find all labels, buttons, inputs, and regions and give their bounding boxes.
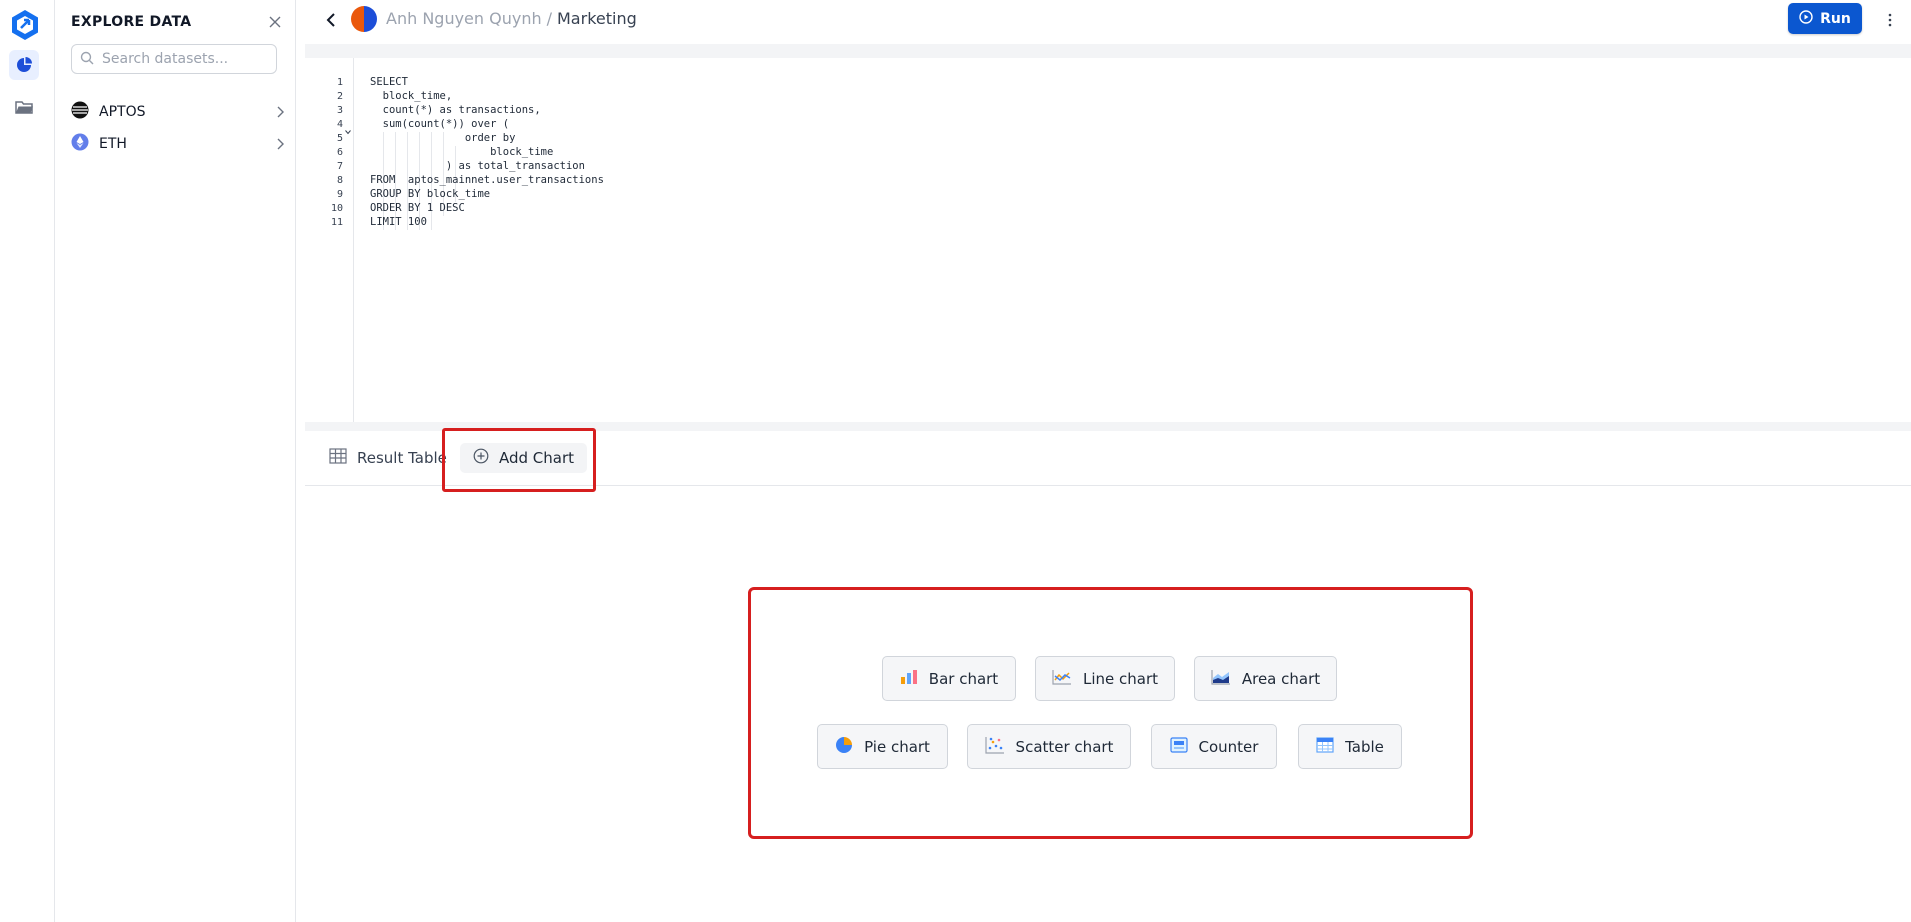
more-options-icon[interactable] <box>1883 8 1897 32</box>
chevron-right-icon <box>275 135 285 154</box>
breadcrumb: Anh Nguyen Quynh / Marketing <box>386 9 637 28</box>
avatar <box>351 6 377 32</box>
pie-chart-button[interactable]: Pie chart <box>817 724 948 769</box>
chart-picker-area: Bar chart Line chart Area chart Pie char… <box>305 486 1911 922</box>
tab-add-chart[interactable]: Add Chart <box>460 443 587 473</box>
close-icon[interactable] <box>265 12 285 32</box>
area-chart-button[interactable]: Area chart <box>1194 656 1337 701</box>
breadcrumb-owner[interactable]: Anh Nguyen Quynh <box>386 9 542 28</box>
line-number: 6 <box>336 147 343 158</box>
code-line: FROM aptos_mainnet.user_transactions <box>370 174 604 186</box>
back-arrow-icon[interactable] <box>319 8 343 32</box>
explore-data-panel: EXPLORE DATA APTOS ETH <box>55 0 296 922</box>
line-number: 11 <box>330 217 343 228</box>
result-tabs: Result Table Add Chart <box>305 431 1911 486</box>
scatter-chart-button[interactable]: Scatter chart <box>967 724 1131 769</box>
scatter-chart-icon <box>984 736 1005 758</box>
sql-editor[interactable]: 1 2 3 4 5 6 7 8 9 10 11 SELECT block_tim… <box>305 58 1911 422</box>
chart-label: Bar chart <box>928 669 999 688</box>
bar-chart-icon <box>900 669 918 689</box>
line-number: 9 <box>336 189 343 200</box>
area-chart-icon <box>1211 669 1231 689</box>
line-chart-icon <box>1052 669 1072 689</box>
explore-data-title: EXPLORE DATA <box>71 14 192 30</box>
tab-result-table[interactable]: Result Table <box>329 443 447 473</box>
line-number: 2 <box>336 91 343 102</box>
pie-chart-icon <box>835 736 853 758</box>
dataset-label: ETH <box>99 136 127 152</box>
line-number: 8 <box>336 175 343 186</box>
chart-label: Counter <box>1198 737 1259 756</box>
main-area: Anh Nguyen Quynh / Marketing Run 1 2 3 4 5… <box>305 0 1911 922</box>
search-icon <box>80 50 94 69</box>
line-number: 7 <box>336 161 343 172</box>
code-line: order by <box>370 132 516 144</box>
line-number-gutter: 1 2 3 4 5 6 7 8 9 10 11 <box>305 58 354 422</box>
fold-chevron-icon[interactable] <box>345 120 351 139</box>
chart-label: Pie chart <box>864 737 930 756</box>
line-number: 10 <box>330 203 343 214</box>
aptos-icon <box>71 101 89 123</box>
icon-rail <box>0 0 55 922</box>
code-line: block_time <box>370 146 554 158</box>
plus-circle-icon <box>473 448 489 468</box>
code-line: GROUP BY block_time <box>370 188 491 200</box>
code-line: SELECT <box>370 76 408 88</box>
breadcrumb-separator: / <box>546 9 552 28</box>
queries-nav-icon[interactable] <box>9 50 39 80</box>
ethereum-icon <box>71 133 89 155</box>
line-number: 3 <box>336 105 343 116</box>
chart-label: Line chart <box>1082 669 1159 688</box>
table-button[interactable]: Table <box>1298 724 1402 769</box>
run-button[interactable]: Run <box>1788 3 1862 34</box>
tab-label: Result Table <box>357 449 447 467</box>
code-line: block_time, <box>370 90 453 102</box>
run-label: Run <box>1820 10 1851 27</box>
bar-chart-button[interactable]: Bar chart <box>882 656 1016 701</box>
app-logo-icon[interactable] <box>8 8 42 42</box>
tab-label: Add Chart <box>498 449 575 467</box>
table-icon <box>1316 736 1334 757</box>
code-line: count(*) as transactions, <box>370 104 541 116</box>
chart-label: Table <box>1345 737 1384 756</box>
code-line: ORDER BY 1 DESC <box>370 202 465 214</box>
code-line: ) as total_transaction <box>370 160 585 172</box>
dataset-label: APTOS <box>99 104 146 120</box>
dataset-item-eth[interactable]: ETH <box>71 131 285 157</box>
play-icon <box>1799 9 1813 28</box>
table-grid-icon <box>329 448 347 468</box>
line-number: 4 <box>336 119 343 130</box>
line-number: 1 <box>336 77 343 88</box>
code-line: sum(count(*)) over ( <box>370 118 510 130</box>
chart-label: Scatter chart <box>1015 737 1114 756</box>
chart-label: Area chart <box>1241 669 1321 688</box>
chevron-right-icon <box>275 103 285 122</box>
resize-handle[interactable] <box>1095 423 1119 436</box>
dataset-search <box>71 44 277 74</box>
dataset-item-aptos[interactable]: APTOS <box>71 99 285 125</box>
line-number: 5 <box>336 133 343 144</box>
code-line: LIMIT 100 <box>370 216 427 228</box>
top-bar: Anh Nguyen Quynh / Marketing Run <box>305 0 1911 44</box>
search-datasets-input[interactable] <box>100 50 274 68</box>
folder-nav-icon[interactable] <box>9 92 39 122</box>
counter-icon <box>1169 736 1188 757</box>
line-chart-button[interactable]: Line chart <box>1035 656 1175 701</box>
breadcrumb-project: Marketing <box>557 9 637 28</box>
counter-button[interactable]: Counter <box>1151 724 1277 769</box>
